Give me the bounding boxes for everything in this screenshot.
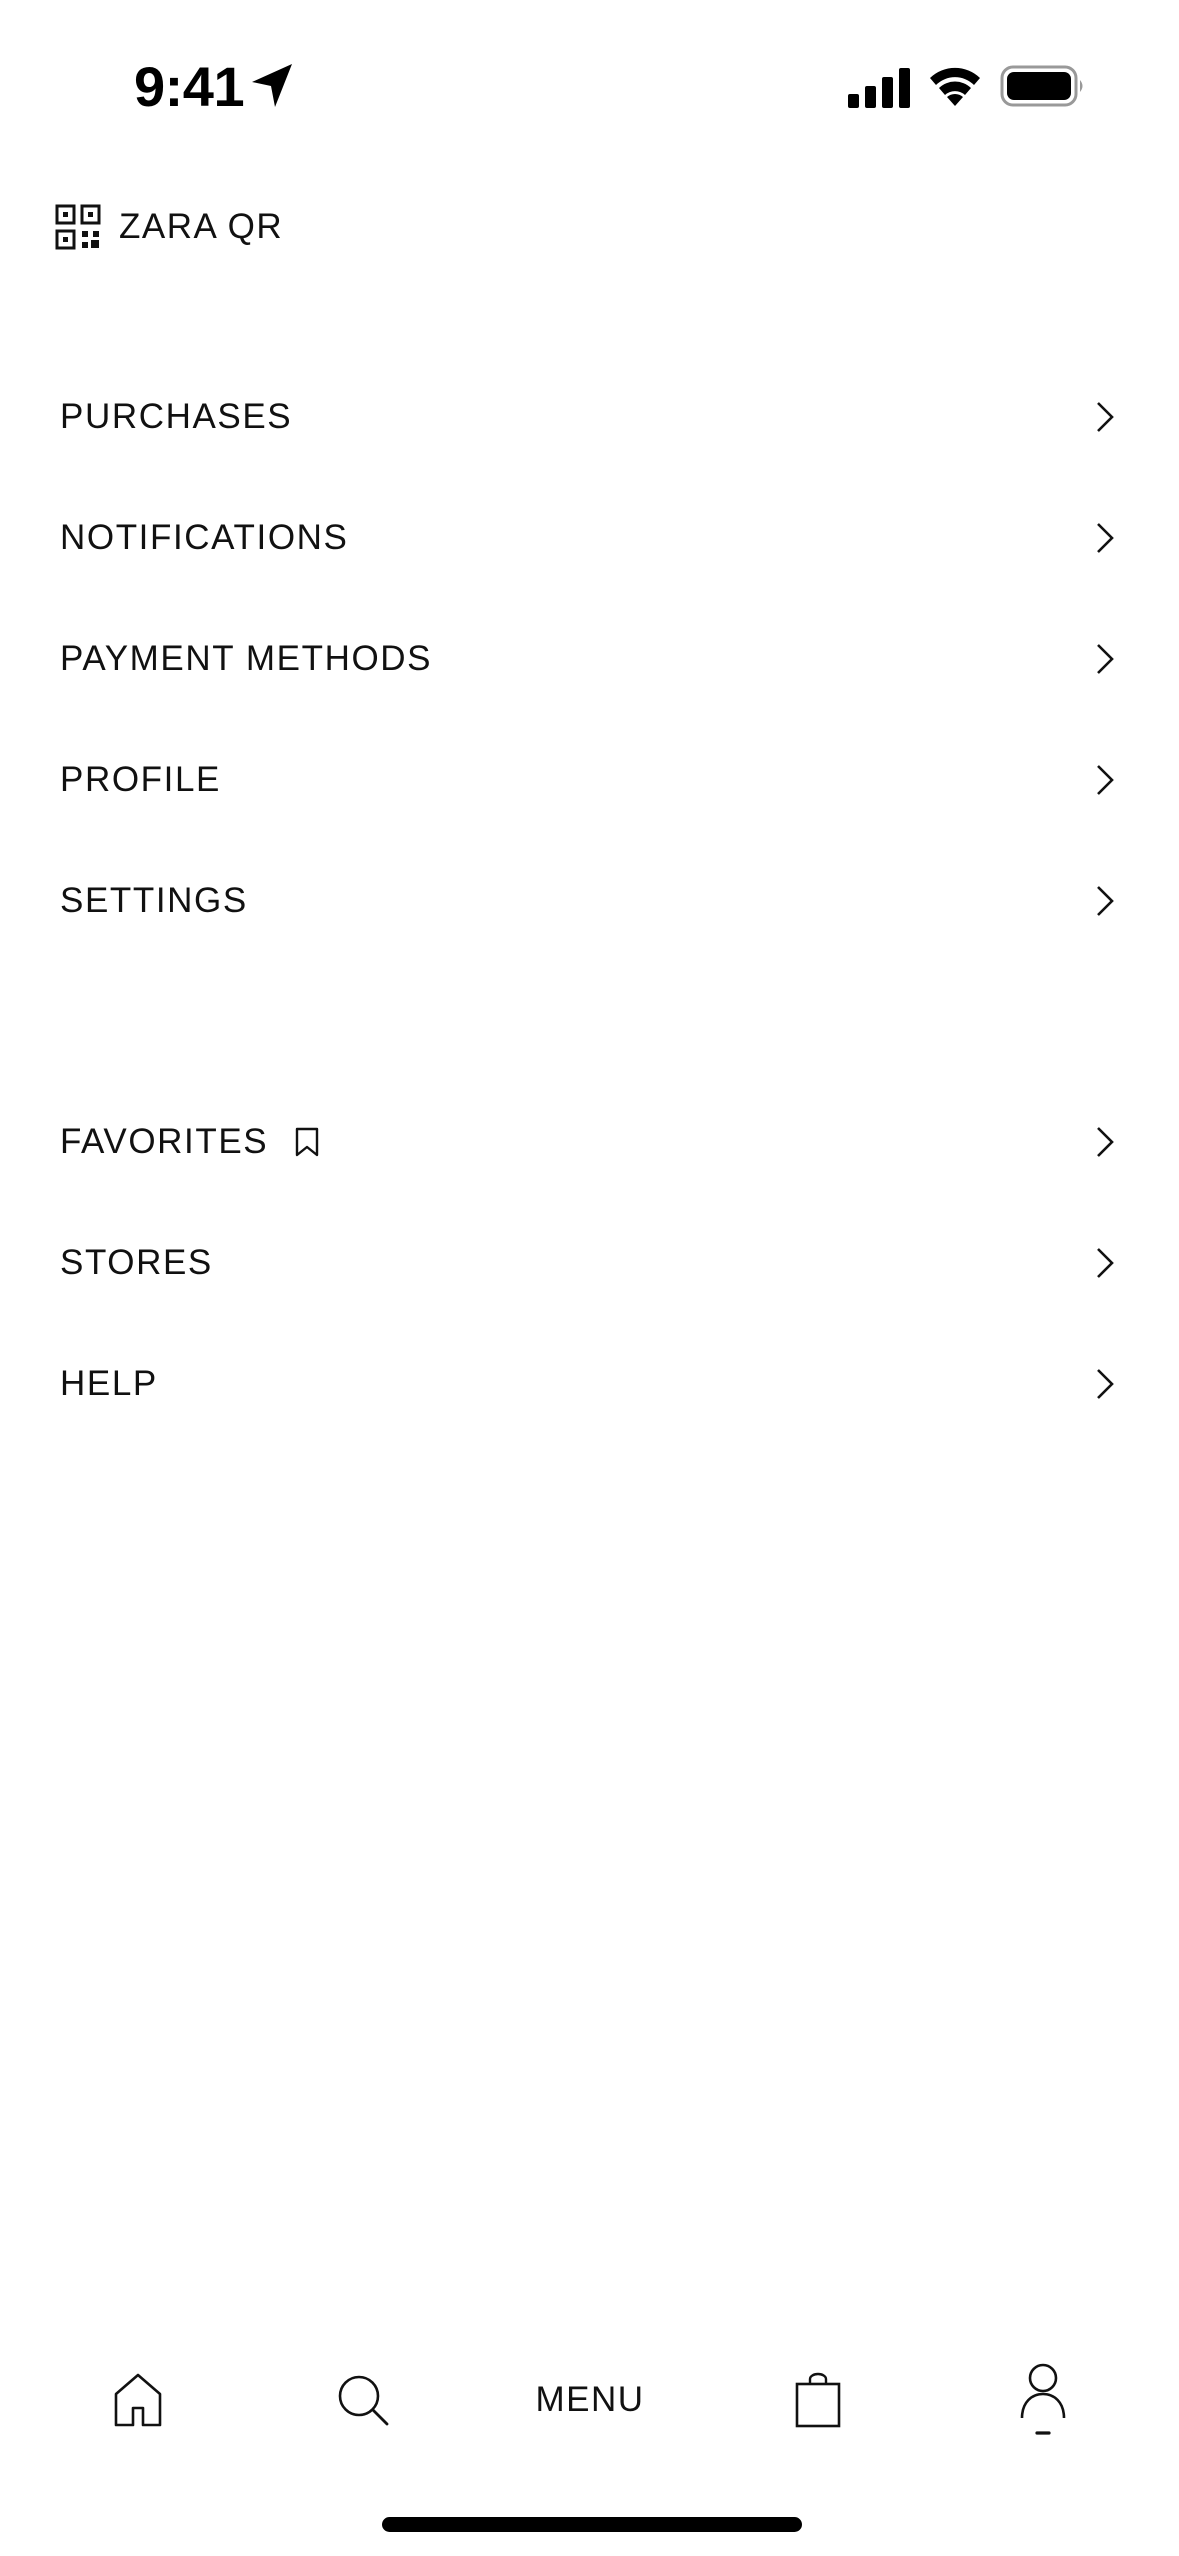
wifi-icon	[930, 67, 980, 106]
tab-shopping-bag[interactable]	[768, 2340, 868, 2460]
chevron-right-icon	[1097, 765, 1114, 795]
menu-item-label: FAVORITES	[60, 1122, 269, 1161]
battery-icon	[1000, 65, 1083, 107]
cellular-signal-icon	[848, 68, 910, 108]
tab-account[interactable]	[993, 2340, 1093, 2460]
menu-item-label-wrap: FAVORITES	[60, 1120, 320, 1164]
menu-item-label: NOTIFICATIONS	[60, 518, 349, 557]
bookmark-icon	[296, 1127, 319, 1157]
menu-item-label: HELP	[60, 1364, 158, 1403]
tab-bar: MENU	[0, 2340, 1179, 2460]
menu-item-settings[interactable]: SETTINGS	[0, 851, 1179, 951]
search-icon	[338, 2375, 389, 2426]
tab-home[interactable]	[88, 2340, 188, 2460]
menu-item-notifications[interactable]: NOTIFICATIONS	[0, 488, 1179, 588]
chevron-right-icon	[1097, 402, 1114, 432]
home-icon	[114, 2373, 162, 2427]
status-bar: 9:41	[0, 0, 1179, 150]
chevron-right-icon	[1097, 523, 1114, 553]
chevron-right-icon	[1097, 1369, 1114, 1399]
menu-item-favorites[interactable]: FAVORITES	[0, 1092, 1179, 1192]
menu-item-help[interactable]: HELP	[0, 1334, 1179, 1434]
menu-item-label: PURCHASES	[60, 397, 293, 436]
chevron-right-icon	[1097, 1127, 1114, 1157]
status-time: 9:41	[134, 55, 245, 118]
menu-item-label: STORES	[60, 1243, 213, 1282]
menu-item-profile[interactable]: PROFILE	[0, 730, 1179, 830]
location-arrow-icon	[252, 64, 292, 107]
menu-item-label: SETTINGS	[60, 881, 248, 920]
zara-qr-button[interactable]: ZARA QR	[55, 202, 283, 252]
menu-item-stores[interactable]: STORES	[0, 1213, 1179, 1313]
shopping-bag-icon	[795, 2372, 841, 2428]
tab-search[interactable]	[313, 2340, 413, 2460]
zara-qr-label: ZARA QR	[119, 207, 284, 246]
qr-code-icon	[55, 204, 101, 250]
menu-item-payment-methods[interactable]: PAYMENT METHODS	[0, 609, 1179, 709]
chevron-right-icon	[1097, 886, 1114, 916]
chevron-right-icon	[1097, 644, 1114, 674]
menu-item-purchases[interactable]: PURCHASES	[0, 367, 1179, 467]
menu-tab-label: MENU	[535, 2380, 645, 2419]
tab-menu[interactable]: MENU	[500, 2340, 680, 2460]
home-indicator	[382, 2517, 802, 2532]
menu-item-label: PAYMENT METHODS	[60, 639, 433, 678]
chevron-right-icon	[1097, 1248, 1114, 1278]
menu-item-label: PROFILE	[60, 760, 221, 799]
account-icon	[1020, 2363, 1066, 2435]
